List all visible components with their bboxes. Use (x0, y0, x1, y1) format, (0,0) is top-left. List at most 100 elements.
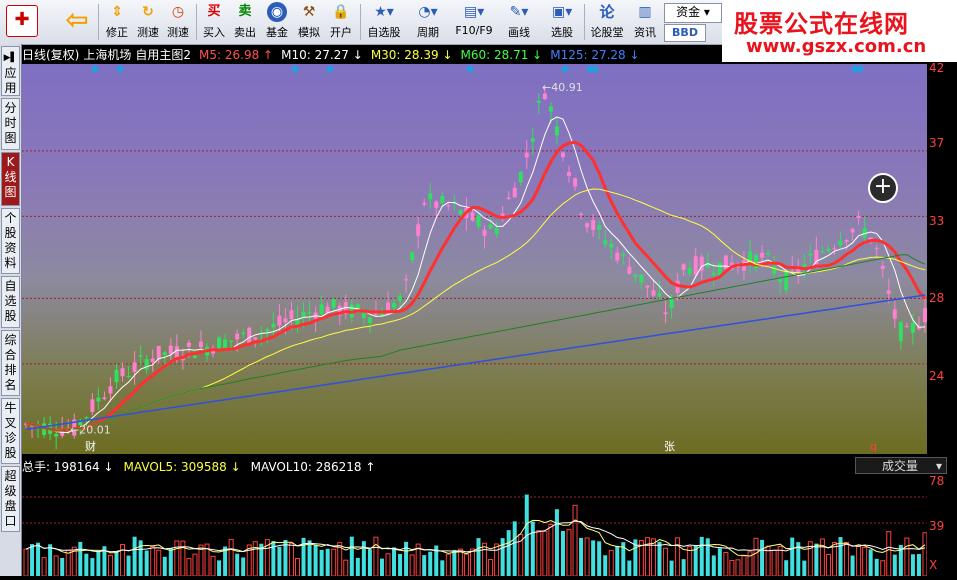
toolbar-btn-timer[interactable]: ◷ 测速 (164, 2, 192, 42)
volume-bar (235, 553, 240, 576)
low-label: ←20.01 (70, 423, 111, 436)
volume-bar (512, 521, 517, 576)
volume-bar (361, 541, 366, 576)
toolbar-btn-open-account[interactable]: 🔒 开户 (327, 2, 355, 42)
volume-bar (603, 555, 608, 576)
volume-bar (313, 545, 318, 576)
chart-info-line: 日线(复权) 上海机场 自用主图2 M5: 26.98 ↑ M10: 27.27 ↓ M3… (22, 46, 648, 64)
side-tab-ranking[interactable]: 综合排名 (1, 330, 20, 396)
fund-icon: ◉ (267, 2, 287, 22)
candle-body (470, 212, 475, 221)
volume-bar (241, 557, 246, 576)
candle-body (754, 254, 759, 269)
ma-value: M5: 26.98 ↑ (199, 48, 274, 62)
toolbar-btn-fix[interactable]: ⇕ 修正 (102, 2, 132, 42)
candle-body (663, 312, 668, 315)
toolbar-btn-watchlist[interactable]: ★▾ 自选股 (364, 2, 404, 42)
toolbar-btn-fund[interactable]: ◉ 基金 (263, 2, 291, 42)
candle-body (138, 355, 143, 357)
candle-body (132, 362, 137, 373)
volume-bar (174, 540, 180, 577)
volume-chart[interactable] (22, 475, 928, 577)
candle-body (760, 252, 765, 258)
candle-body (627, 266, 632, 274)
candle-body (693, 256, 698, 276)
volume-bar (831, 542, 837, 577)
candle-body (247, 327, 252, 344)
volume-bar (584, 537, 590, 577)
candle-body (681, 264, 686, 270)
app-logo-button[interactable]: ✚ (2, 2, 42, 42)
volume-bar (825, 553, 831, 577)
volume-bar (355, 557, 360, 576)
side-tab-intraday[interactable]: 分时图 (1, 98, 20, 150)
chart-mode: 日线(复权) (22, 48, 80, 62)
zoom-in-icon[interactable]: + (868, 173, 898, 203)
candle-body (615, 252, 620, 261)
volume-bar (771, 549, 777, 577)
toolbar-btn-sell[interactable]: 卖 卖出 (231, 2, 259, 42)
volume-bar (615, 545, 620, 576)
fund-dropdown[interactable]: 资金 ▾ (664, 3, 722, 23)
volume-bar (488, 559, 494, 577)
side-tab-profile[interactable]: 个股资料 (1, 208, 20, 274)
price-tick: 24 (929, 369, 945, 383)
volume-bar (874, 558, 879, 576)
volume-bar (23, 548, 29, 577)
toolbar-btn-forum[interactable]: 论 论股堂 (588, 2, 626, 42)
volume-bar (705, 538, 710, 576)
ma-value: M125: 27.28 ↓ (550, 48, 640, 62)
indicator-select[interactable]: 成交量 ▾ (855, 457, 947, 474)
volume-bar (120, 544, 126, 577)
volume-bar (566, 529, 572, 577)
volume-bar (78, 541, 83, 576)
candle-body (880, 265, 885, 269)
candle-body (573, 178, 578, 187)
ma-line (25, 254, 926, 431)
candle-body (832, 248, 837, 250)
up-down-arrows-icon: ⇕ (111, 4, 123, 20)
toolbar-btn-f10[interactable]: ▤▾ F10/F9 (452, 2, 496, 42)
volume-bar (367, 549, 372, 576)
candle-body (548, 106, 553, 112)
candle-body (84, 417, 89, 419)
timer-icon: ◷ (171, 4, 185, 20)
volume-bar (506, 530, 511, 576)
ma-value: M60: 28.71 ↓ (460, 48, 543, 62)
lock-icon: 🔒 (332, 4, 350, 20)
signal-marker (855, 64, 865, 74)
candle-body (518, 172, 523, 183)
buy-icon: 买 (207, 4, 221, 19)
side-tab-orderbook[interactable]: 超级盘口 (1, 466, 20, 532)
watermark-url: www.gszx.com.cn (746, 36, 927, 57)
side-tab-kline[interactable]: K线图 (1, 152, 20, 206)
candle-body (669, 299, 674, 308)
volume-bar (277, 546, 282, 576)
toolbar-btn-buy[interactable]: 买 买入 (200, 2, 228, 42)
toolbar-btn-draw[interactable]: ✎▾ 画线 (500, 2, 538, 42)
candle-body (512, 187, 517, 198)
toolbar-btn-speed[interactable]: ↻ 测速 (134, 2, 162, 42)
toolbar-btn-period[interactable]: ◔▾ 周期 (408, 2, 448, 42)
side-tab-diagnosis[interactable]: 牛叉诊股 (1, 398, 20, 464)
toolbar-btn-screen[interactable]: ▣▾ 选股 (542, 2, 582, 42)
volume-bar (30, 544, 35, 576)
candle-body (687, 267, 692, 274)
toolbar-btn-news[interactable]: ▥ 资讯 (630, 2, 660, 42)
candle-body (410, 252, 415, 261)
back-button[interactable]: ⇦ (58, 2, 96, 42)
side-tab-apps[interactable]: ▶▌ 应用 (1, 46, 20, 96)
volume-ma-line (25, 520, 926, 553)
kline-chart[interactable]: ←40.91 ←20.01 财 张 q (22, 64, 927, 454)
candle-body (717, 262, 722, 276)
volume-bar (84, 553, 89, 576)
toolbar-btn-simulate[interactable]: ⚒ 模拟 (295, 2, 323, 42)
candle-body (494, 227, 499, 234)
bbd-button[interactable]: BBD (664, 24, 706, 42)
volume-tick: X (929, 558, 938, 572)
volume-bar (802, 560, 807, 576)
volume-bar (331, 548, 337, 577)
volume-bar (627, 560, 632, 576)
side-tab-watchlist[interactable]: 自选股 (1, 276, 20, 328)
candle-body (186, 342, 191, 347)
